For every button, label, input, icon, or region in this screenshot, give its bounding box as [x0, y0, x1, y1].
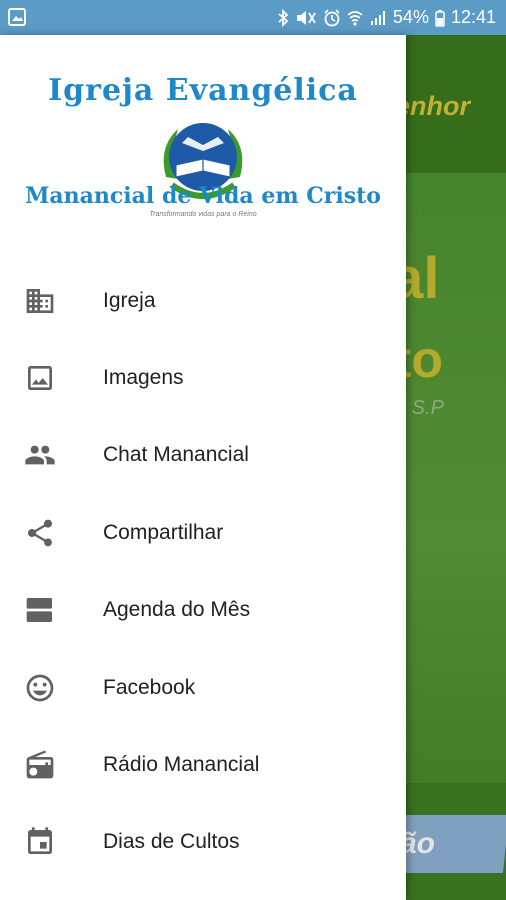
menu-item-radio-manancial[interactable]: Rádio Manancial [0, 726, 406, 803]
menu-item-label: Agenda do Mês [103, 598, 251, 622]
menu-item-label: Igreja [103, 288, 156, 312]
menu-item-label: Compartilhar [103, 520, 224, 544]
clock: 12:41 [450, 7, 496, 27]
navigation-drawer: Igreja Evangélica Manancial de Vida em C… [0, 35, 406, 900]
logo-title-top: Igreja Evangélica [48, 73, 358, 108]
menu-item-imagens[interactable]: Imagens [0, 339, 406, 416]
calendar-icon [0, 826, 80, 858]
menu-item-chat-manancial[interactable]: Chat Manancial [0, 417, 406, 494]
wifi-icon [347, 10, 363, 26]
business-icon [0, 285, 80, 317]
drawer-menu: Igreja Imagens Chat Manancial Compartilh… [0, 262, 406, 881]
menu-item-facebook[interactable]: Facebook [0, 649, 406, 726]
bluetooth-icon [278, 8, 289, 27]
menu-item-label: Rádio Manancial [103, 753, 260, 777]
menu-item-label: Facebook [103, 675, 196, 699]
gallery-notification-icon [8, 8, 26, 26]
menu-item-label: Dias de Cultos [103, 830, 240, 854]
people-icon [0, 439, 80, 471]
menu-item-label: Chat Manancial [103, 443, 249, 467]
drawer-header: Igreja Evangélica Manancial de Vida em C… [0, 35, 406, 235]
radio-icon [0, 749, 80, 781]
view-agenda-icon [0, 594, 80, 626]
battery-percent: 54% [392, 7, 429, 27]
share-icon [0, 517, 80, 549]
menu-item-igreja[interactable]: Igreja [0, 262, 406, 339]
menu-item-label: Imagens [103, 366, 184, 390]
smiley-icon [0, 672, 80, 704]
photo-frame-icon [0, 362, 80, 394]
battery-icon [435, 9, 445, 27]
logo-title-bottom: Manancial de Vida em Cristo [25, 183, 381, 209]
status-bar: 54% 12:41 [0, 0, 506, 35]
menu-item-agenda-do-mes[interactable]: Agenda do Mês [0, 572, 406, 649]
menu-item-dias-de-cultos[interactable]: Dias de Cultos [0, 804, 406, 881]
menu-item-compartilhar[interactable]: Compartilhar [0, 494, 406, 571]
signal-icon [370, 10, 385, 25]
logo-tagline: Transformando vidas para o Reino [149, 211, 257, 218]
mute-icon [296, 10, 316, 25]
alarm-icon [324, 8, 340, 26]
